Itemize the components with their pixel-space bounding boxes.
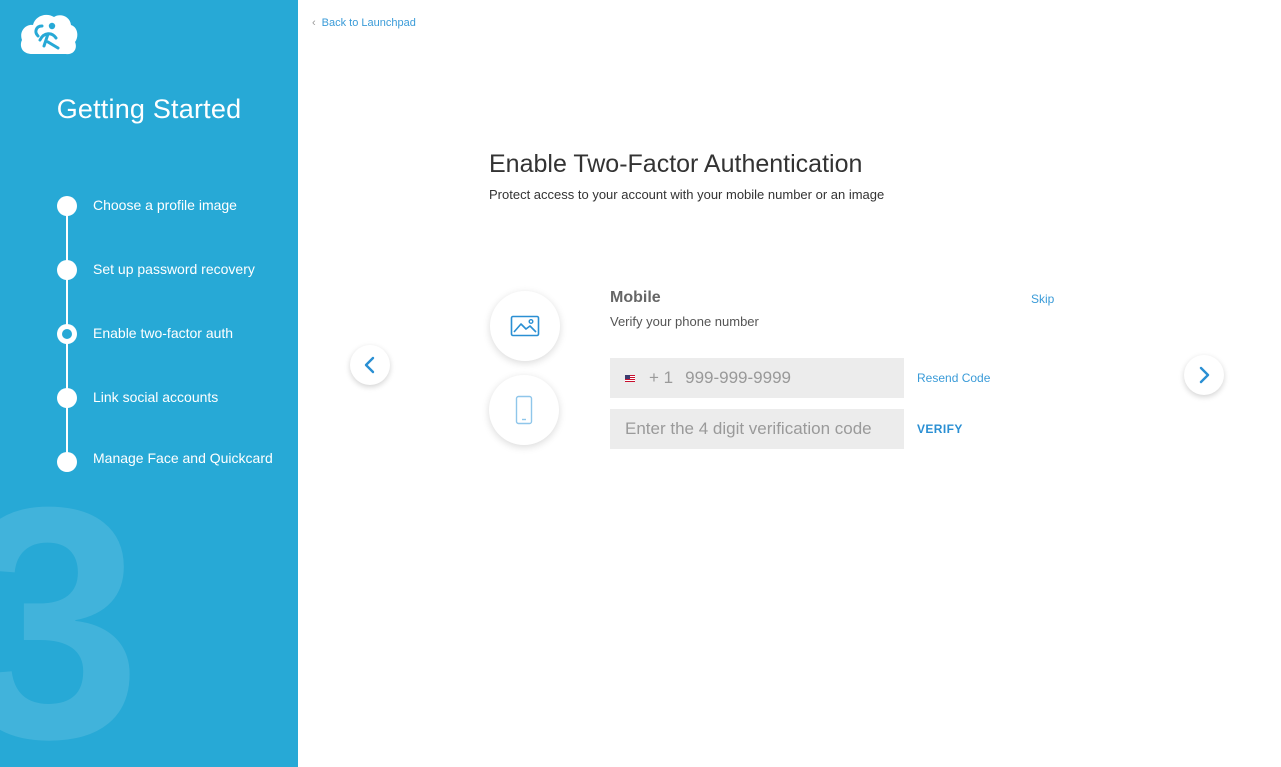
sidebar: 3 Getting Started Choose a profile image… <box>0 0 298 767</box>
step-done-dot <box>57 260 77 280</box>
skip-link[interactable]: Skip <box>1031 292 1054 306</box>
step-label: Link social accounts <box>93 389 219 405</box>
us-flag-icon[interactable] <box>625 374 635 382</box>
phone-number-field[interactable]: + 1 <box>610 358 904 398</box>
step-pending-dot <box>57 452 77 472</box>
chevron-left-icon <box>364 356 375 374</box>
cloud-figure-logo[interactable] <box>18 12 78 56</box>
country-code[interactable]: + 1 <box>649 368 673 388</box>
step-label: Set up password recovery <box>93 261 255 277</box>
previous-step-button[interactable] <box>350 345 390 385</box>
chevron-left-icon: ‹ <box>312 17 316 29</box>
phone-number-input[interactable] <box>685 368 886 388</box>
mobile-section-title: Mobile <box>610 289 661 306</box>
verification-code-input[interactable] <box>610 409 904 449</box>
verify-button[interactable]: VERIFY <box>917 422 963 436</box>
step-done-dot <box>57 196 77 216</box>
chevron-right-icon <box>1199 366 1210 384</box>
back-link-label: Back to Launchpad <box>321 17 416 29</box>
back-to-launchpad-link[interactable]: ‹ Back to Launchpad <box>312 17 416 29</box>
step-number-watermark: 3 <box>0 438 142 767</box>
step-pending-dot <box>57 388 77 408</box>
image-icon <box>510 315 540 337</box>
step-label: Manage Face and Quickcard <box>93 450 273 466</box>
sidebar-title: Getting Started <box>56 94 242 124</box>
step-label: Choose a profile image <box>93 197 237 213</box>
mobile-method-button[interactable] <box>489 375 559 445</box>
image-method-button[interactable] <box>490 291 560 361</box>
mobile-phone-icon <box>515 395 533 425</box>
mobile-section-subtitle: Verify your phone number <box>610 314 759 329</box>
step-active-dot <box>57 324 77 344</box>
step-label: Enable two-factor auth <box>93 325 234 341</box>
next-step-button[interactable] <box>1184 355 1224 395</box>
resend-code-link[interactable]: Resend Code <box>917 371 990 385</box>
page-subtitle: Protect access to your account with your… <box>489 187 885 202</box>
page-title: Enable Two-Factor Authentication <box>489 150 863 178</box>
